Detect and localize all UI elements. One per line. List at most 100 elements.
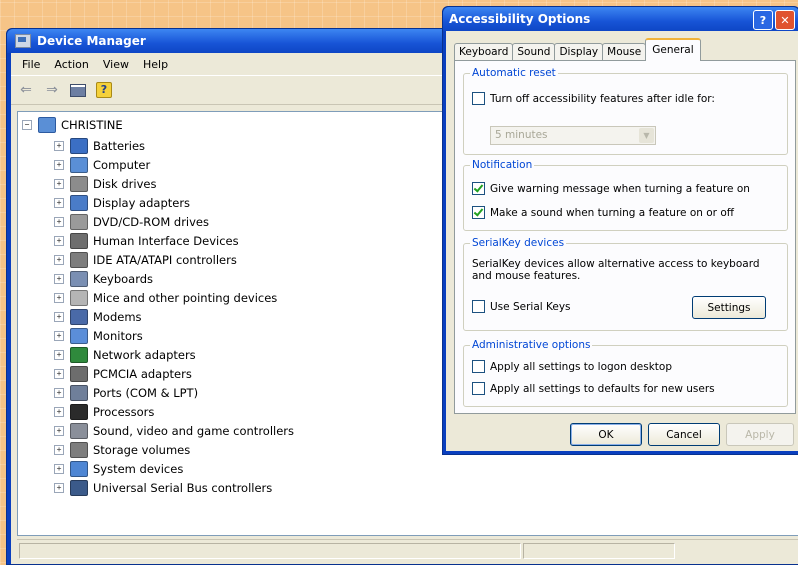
turn-off-idle-checkbox[interactable]: Turn off accessibility features after id…: [472, 92, 715, 105]
close-icon[interactable]: ✕: [775, 10, 795, 30]
device-category-node[interactable]: + Display adapters: [54, 193, 294, 212]
processor-icon: [70, 403, 88, 420]
notification-label: Notification: [470, 159, 535, 171]
expand-icon[interactable]: +: [54, 159, 64, 170]
tab-sound[interactable]: Sound: [512, 43, 556, 61]
automatic-reset-label: Automatic reset: [470, 67, 558, 79]
new-users-checkbox[interactable]: Apply all settings to defaults for new u…: [472, 382, 715, 395]
logon-desktop-label: Apply all settings to logon desktop: [490, 360, 672, 373]
serialkey-label: SerialKey devices: [470, 237, 567, 249]
tab-keyboard[interactable]: Keyboard: [454, 43, 514, 61]
settings-button[interactable]: Settings: [692, 296, 766, 319]
device-category-node[interactable]: + Storage volumes: [54, 440, 294, 459]
display-adapter-icon: [70, 194, 88, 211]
expand-icon[interactable]: +: [54, 482, 64, 493]
disk-drive-icon: [70, 175, 88, 192]
expand-icon[interactable]: +: [54, 368, 64, 379]
sound-feature-label: Make a sound when turning a feature on o…: [490, 206, 734, 219]
device-category-label: IDE ATA/ATAPI controllers: [93, 252, 237, 267]
serialkey-description: SerialKey devices allow alternative acce…: [472, 258, 760, 282]
automatic-reset-group: Automatic reset Turn off accessibility f…: [463, 67, 788, 155]
logon-desktop-checkbox[interactable]: Apply all settings to logon desktop: [472, 360, 672, 373]
device-category-node[interactable]: + Keyboards: [54, 269, 294, 288]
tab-general[interactable]: General: [645, 38, 701, 61]
device-category-node[interactable]: + Computer: [54, 155, 294, 174]
ok-button[interactable]: OK: [570, 423, 642, 446]
expand-icon[interactable]: +: [54, 273, 64, 284]
device-category-node[interactable]: + Mice and other pointing devices: [54, 288, 294, 307]
expand-icon[interactable]: +: [54, 235, 64, 246]
apply-button[interactable]: Apply: [726, 423, 794, 446]
expand-icon[interactable]: +: [54, 463, 64, 474]
tree-root-label: CHRISTINE: [61, 118, 123, 132]
checkbox-box: [472, 360, 485, 373]
menu-view[interactable]: View: [96, 56, 136, 73]
device-category-node[interactable]: + Universal Serial Bus controllers: [54, 478, 294, 497]
expand-icon[interactable]: +: [54, 349, 64, 360]
status-cell: [19, 543, 521, 559]
device-category-node[interactable]: + Batteries: [54, 136, 294, 155]
properties-button[interactable]: [69, 81, 87, 99]
expand-icon[interactable]: +: [54, 178, 64, 189]
serialkey-group: SerialKey devices SerialKey devices allo…: [463, 237, 788, 331]
help-button[interactable]: ?: [95, 81, 113, 99]
help-icon: ?: [96, 82, 112, 98]
device-category-node[interactable]: + Disk drives: [54, 174, 294, 193]
device-category-label: Universal Serial Bus controllers: [93, 480, 273, 495]
device-category-node[interactable]: + PCMCIA adapters: [54, 364, 294, 383]
tab-mouse[interactable]: Mouse: [602, 43, 647, 61]
status-cell: [523, 543, 675, 559]
checkbox-box: [472, 300, 485, 313]
expand-icon[interactable]: +: [54, 311, 64, 322]
device-category-node[interactable]: + Ports (COM & LPT): [54, 383, 294, 402]
device-category-label: Sound, video and game controllers: [93, 423, 295, 438]
sound-feature-checkbox[interactable]: Make a sound when turning a feature on o…: [472, 206, 734, 219]
device-category-node[interactable]: + Network adapters: [54, 345, 294, 364]
device-category-node[interactable]: + Sound, video and game controllers: [54, 421, 294, 440]
expand-icon[interactable]: +: [54, 140, 64, 151]
device-manager-title: Device Manager: [37, 34, 146, 48]
device-category-node[interactable]: + DVD/CD-ROM drives: [54, 212, 294, 231]
expand-icon[interactable]: +: [54, 254, 64, 265]
use-serial-keys-checkbox[interactable]: Use Serial Keys: [472, 300, 571, 313]
device-category-node[interactable]: + Modems: [54, 307, 294, 326]
expand-icon[interactable]: +: [54, 406, 64, 417]
expand-icon[interactable]: +: [54, 387, 64, 398]
ide-controller-icon: [70, 251, 88, 268]
help-caption-button[interactable]: ?: [753, 10, 773, 30]
expand-icon[interactable]: +: [54, 197, 64, 208]
expand-icon[interactable]: +: [54, 292, 64, 303]
menu-action[interactable]: Action: [47, 56, 95, 73]
device-category-label: Batteries: [93, 138, 146, 153]
checkbox-box: [472, 92, 485, 105]
device-category-node[interactable]: + IDE ATA/ATAPI controllers: [54, 250, 294, 269]
device-category-node[interactable]: + Monitors: [54, 326, 294, 345]
expand-icon[interactable]: +: [54, 425, 64, 436]
forward-arrow-icon[interactable]: ⇒: [43, 81, 61, 99]
expand-icon[interactable]: +: [54, 216, 64, 227]
cancel-button[interactable]: Cancel: [648, 423, 720, 446]
storage-volume-icon: [70, 441, 88, 458]
idle-time-select: 5 minutes ▼: [490, 126, 656, 145]
properties-icon: [70, 83, 86, 97]
back-arrow-icon[interactable]: ⇐: [17, 81, 35, 99]
collapse-icon[interactable]: −: [22, 120, 32, 130]
menu-file[interactable]: File: [15, 56, 47, 73]
expand-icon[interactable]: +: [54, 330, 64, 341]
accessibility-title-bar[interactable]: Accessibility Options ? ✕: [443, 7, 798, 31]
tab-display[interactable]: Display: [554, 43, 604, 61]
notification-group: Notification Give warning message when t…: [463, 159, 788, 231]
warning-message-checkbox[interactable]: Give warning message when turning a feat…: [472, 182, 750, 195]
device-category-node[interactable]: + System devices: [54, 459, 294, 478]
device-category-node[interactable]: + Human Interface Devices: [54, 231, 294, 250]
sound-icon: [70, 422, 88, 439]
expand-icon[interactable]: +: [54, 444, 64, 455]
device-category-label: Network adapters: [93, 347, 196, 362]
tree-root-node[interactable]: − CHRISTINE: [22, 116, 123, 134]
device-category-label: Keyboards: [93, 271, 154, 286]
port-icon: [70, 384, 88, 401]
menu-help[interactable]: Help: [136, 56, 175, 73]
device-category-node[interactable]: + Processors: [54, 402, 294, 421]
system-devices-icon: [70, 460, 88, 477]
chevron-down-icon: ▼: [639, 128, 654, 143]
